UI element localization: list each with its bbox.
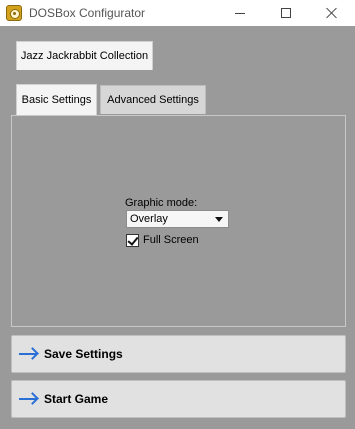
fullscreen-label: Full Screen bbox=[143, 234, 199, 246]
dosbox-gear-icon bbox=[6, 5, 22, 21]
graphic-mode-select[interactable]: Overlay bbox=[126, 210, 229, 228]
fullscreen-checkbox[interactable] bbox=[126, 233, 139, 247]
start-game-label: Start Game bbox=[44, 392, 109, 406]
save-settings-label: Save Settings bbox=[44, 347, 123, 361]
save-settings-button[interactable]: Save Settings bbox=[11, 335, 346, 373]
arrow-right-icon bbox=[19, 347, 39, 361]
tab-basic-settings[interactable]: Basic Settings bbox=[16, 84, 97, 115]
game-tab-label: Jazz Jackrabbit Collection bbox=[20, 50, 149, 62]
title-bar[interactable]: DOSBox Configurator bbox=[0, 0, 355, 26]
graphic-mode-value: Overlay bbox=[130, 213, 168, 225]
maximize-icon bbox=[281, 8, 291, 18]
close-icon bbox=[326, 7, 338, 19]
minimize-icon bbox=[235, 12, 245, 14]
tab-advanced-settings[interactable]: Advanced Settings bbox=[100, 85, 206, 114]
fullscreen-option[interactable]: Full Screen bbox=[126, 233, 199, 247]
dropdown-arrow-icon bbox=[215, 217, 223, 222]
tab-game-collection[interactable]: Jazz Jackrabbit Collection bbox=[16, 41, 153, 70]
maximize-button[interactable] bbox=[263, 0, 309, 26]
arrow-right-icon bbox=[19, 392, 39, 406]
tab-basic-label: Basic Settings bbox=[21, 94, 92, 106]
window-title: DOSBox Configurator bbox=[29, 6, 146, 20]
tab-advanced-label: Advanced Settings bbox=[107, 94, 199, 106]
start-game-button[interactable]: Start Game bbox=[11, 380, 346, 418]
close-button[interactable] bbox=[309, 0, 355, 26]
minimize-button[interactable] bbox=[217, 0, 263, 26]
graphic-mode-label: Graphic mode: bbox=[125, 197, 198, 209]
